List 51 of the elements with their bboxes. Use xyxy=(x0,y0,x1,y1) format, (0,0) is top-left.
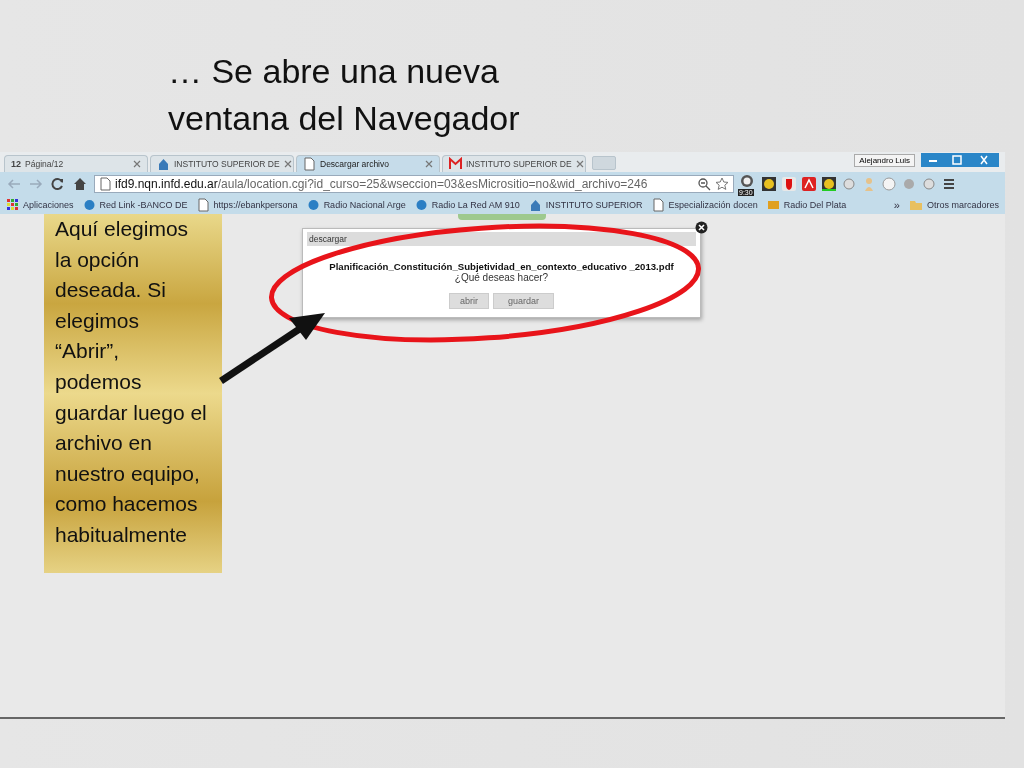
bookmark[interactable]: https://ebankpersona xyxy=(196,198,298,212)
address-bar[interactable]: ifd9.nqn.infd.edu.ar/aula/location.cgi?id_curso=25&wseccion=03&esMicrositio=no&wid_archivo=246 xyxy=(94,175,734,193)
bookmark[interactable]: Radio Del Plata xyxy=(766,198,847,212)
browser-tab[interactable]: 12 Página/12 xyxy=(4,155,148,172)
pdf-icon[interactable] xyxy=(802,177,816,191)
circle-icon xyxy=(414,198,428,212)
home-icon[interactable] xyxy=(72,177,88,191)
dialog-question: ¿Qué deseas hacer? xyxy=(453,272,550,283)
browser-tab[interactable]: INSTITUTO SUPERIOR DE xyxy=(442,155,586,172)
tab-label: Descargar archivo xyxy=(320,159,390,169)
house-icon xyxy=(157,157,170,171)
zoom-icon[interactable] xyxy=(697,177,711,191)
profile-button[interactable]: Alejandro Luis xyxy=(854,153,915,167)
dialog-button[interactable]: abrir xyxy=(448,293,489,309)
menu-icon[interactable] xyxy=(942,177,956,191)
browser-tab[interactable]: INSTITUTO SUPERIOR DE xyxy=(150,155,294,172)
file-name: Planificación_Constitución_Subjetividad_en_contexto_educativo _2013.pdf xyxy=(328,261,675,272)
bookmark[interactable]: INSTITUTO SUPERIOR xyxy=(528,198,643,212)
star-icon[interactable] xyxy=(715,177,729,191)
mail-icon xyxy=(449,157,462,171)
bookmark-folder[interactable]: Otros marcadores xyxy=(908,199,999,211)
radio-icon xyxy=(766,198,780,212)
tab-label: INSTITUTO SUPERIOR DE xyxy=(174,159,280,169)
bookmark[interactable]: Aplicaciones xyxy=(6,198,74,212)
browser-tab[interactable]: Descargar archivo xyxy=(296,155,440,172)
callout-note: Aquí elegimos la opción deseada. Si elegimos “Abrir”, podemos guardar luego el archivo en nuestro equipo, como hacemos habitualmente xyxy=(44,214,222,573)
house-icon xyxy=(528,198,542,212)
dialog-button[interactable]: guardar xyxy=(493,293,554,309)
clock-icon[interactable] xyxy=(740,174,754,188)
slide-title: … Se abre una nueva ventana del Navegador xyxy=(168,51,521,139)
bookmark[interactable]: Radio Nacional Arge xyxy=(306,198,406,212)
bookmark[interactable]: Especialización docen xyxy=(651,198,758,212)
page-icon xyxy=(303,157,316,171)
more-bookmarks-button[interactable]: » xyxy=(893,199,900,211)
bookmark[interactable]: Red Link -BANCO DE xyxy=(82,198,188,212)
apps-icon xyxy=(6,198,19,212)
bookmark[interactable]: Radio La Red AM 910 xyxy=(414,198,520,212)
folder-icon xyxy=(908,199,923,211)
close-icon[interactable] xyxy=(695,221,708,234)
page-icon xyxy=(196,198,210,212)
url-text: ifd9.nqn.infd.edu.ar/aula/location.cgi?id_curso=25&wseccion=03&esMicrositio=no&wid_archivo=246 xyxy=(115,177,648,191)
page-icon xyxy=(99,177,111,191)
tab-label: Página/12 xyxy=(25,159,65,169)
circle-icon[interactable] xyxy=(882,177,896,191)
page-icon xyxy=(651,198,665,212)
reload-icon[interactable] xyxy=(50,177,66,191)
circle-icon xyxy=(306,198,320,212)
shield-icon[interactable] xyxy=(782,177,796,191)
circle-icon xyxy=(82,198,96,212)
tab-label: INSTITUTO SUPERIOR DE xyxy=(466,159,572,169)
favicon-text: 12 xyxy=(11,159,21,169)
